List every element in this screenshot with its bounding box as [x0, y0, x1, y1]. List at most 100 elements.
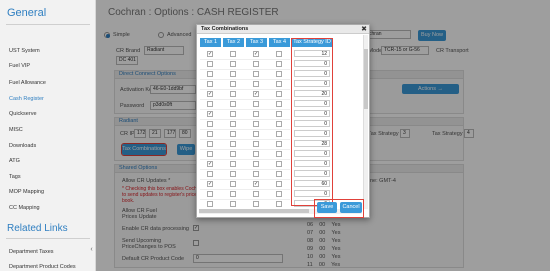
tax-2-checkbox[interactable] [230, 121, 236, 127]
tax-2-checkbox[interactable] [230, 111, 236, 117]
tax-3-checkbox[interactable] [253, 201, 259, 207]
tax-1-checkbox[interactable] [207, 171, 213, 177]
tax-3-checkbox[interactable] [253, 191, 259, 197]
tax-2-checkbox[interactable] [230, 71, 236, 77]
tax-4-checkbox[interactable] [276, 51, 282, 57]
tax-3-checkbox[interactable] [253, 161, 259, 167]
tax-4-checkbox[interactable] [276, 171, 282, 177]
related-item-department-product-codes[interactable]: Department Product Codes [9, 264, 76, 270]
tax-4-checkbox[interactable] [276, 101, 282, 107]
sidebar-item-misc[interactable]: MISC [9, 127, 23, 133]
tax-3-checkbox[interactable] [253, 111, 259, 117]
tax-1-checkbox[interactable] [207, 61, 213, 67]
tax-1-checkbox[interactable] [207, 191, 213, 197]
tax-2-checkbox[interactable] [230, 51, 236, 57]
tax-4-checkbox[interactable] [276, 151, 282, 157]
tax-3-checkbox[interactable] [253, 61, 259, 67]
tax-4-checkbox[interactable] [276, 121, 282, 127]
tax-1-checkbox[interactable]: ✓ [207, 111, 213, 117]
tax-4-checkbox[interactable] [276, 161, 282, 167]
tax-1-checkbox[interactable] [207, 201, 213, 207]
sidebar-item-atg[interactable]: ATG [9, 158, 20, 164]
sidebar-item-fuel-vip[interactable]: Fuel VIP [9, 63, 30, 69]
tax-3-checkbox[interactable] [253, 71, 259, 77]
tax-2-checkbox[interactable] [230, 81, 236, 87]
tax-1-checkbox[interactable]: ✓ [207, 91, 213, 97]
related-links-title: Related Links [7, 223, 68, 234]
tax-1-checkbox[interactable]: ✓ [207, 161, 213, 167]
sidebar-item-fuel-allowance[interactable]: Fuel Allowance [9, 80, 46, 86]
tax-4-checkbox[interactable] [276, 61, 282, 67]
related-item-department-taxes[interactable]: Department Taxes [9, 249, 54, 255]
tax-4-checkbox[interactable] [276, 111, 282, 117]
tax-4-checkbox[interactable] [276, 201, 282, 207]
tax-3-checkbox[interactable] [253, 121, 259, 127]
tax-2-checkbox[interactable] [230, 191, 236, 197]
tax-1-checkbox[interactable] [207, 151, 213, 157]
tax-3-checkbox[interactable] [253, 81, 259, 87]
tax-4-checkbox[interactable] [276, 181, 282, 187]
tax-1-checkbox[interactable]: ✓ [207, 51, 213, 57]
tax-2-checkbox[interactable] [230, 201, 236, 207]
tax-3-checkbox[interactable] [253, 131, 259, 137]
tax-2-checkbox[interactable] [230, 141, 236, 147]
sidebar-item-mop-mapping[interactable]: MOP Mapping [9, 189, 44, 195]
row-divider [200, 58, 290, 60]
sidebar-item-quickserve[interactable]: Quickserve [9, 111, 37, 117]
tax-3-checkbox[interactable]: ✓ [253, 51, 259, 57]
tax-2-checkbox[interactable] [230, 101, 236, 107]
tax-strategy-id-highlight [291, 38, 333, 206]
tax-combinations-dialog: Tax Combinations ✖ Tax 1 Tax 2 Tax 3 Tax… [196, 24, 370, 218]
tax-combinations-table: ✓✓12000✓✓200✓000280✓00✓✓6000 [197, 25, 367, 215]
tax-2-checkbox[interactable] [230, 181, 236, 187]
tax-4-checkbox[interactable] [276, 141, 282, 147]
tax-1-checkbox[interactable]: ✓ [207, 181, 213, 187]
tax-2-checkbox[interactable] [230, 61, 236, 67]
sidebar: General UST System Fuel VIP Fuel Allowan… [0, 0, 96, 271]
row-divider [200, 158, 290, 160]
tax-1-checkbox[interactable] [207, 71, 213, 77]
tax-4-checkbox[interactable] [276, 191, 282, 197]
sidebar-item-downloads[interactable]: Downloads [9, 143, 36, 149]
sidebar-item-ust-system[interactable]: UST System [9, 48, 40, 54]
tax-3-checkbox[interactable]: ✓ [253, 181, 259, 187]
sidebar-item-cash-register[interactable]: Cash Register [9, 96, 44, 102]
row-divider [200, 188, 290, 190]
sidebar-item-tags[interactable]: Tags [9, 174, 21, 180]
tax-1-checkbox[interactable] [207, 81, 213, 87]
tax-3-checkbox[interactable] [253, 101, 259, 107]
row-divider [200, 138, 290, 140]
tax-3-checkbox[interactable] [253, 151, 259, 157]
vertical-scrollbar[interactable] [363, 35, 368, 209]
tax-1-checkbox[interactable] [207, 141, 213, 147]
row-divider [200, 108, 290, 110]
tax-2-checkbox[interactable] [230, 171, 236, 177]
row-divider [200, 168, 290, 170]
tax-2-checkbox[interactable] [230, 91, 236, 97]
row-divider [200, 178, 290, 180]
vertical-scroll-thumb[interactable] [364, 49, 368, 109]
collapse-sidebar-icon[interactable]: ‹ [88, 245, 95, 254]
tax-4-checkbox[interactable] [276, 81, 282, 87]
tax-1-checkbox[interactable] [207, 101, 213, 107]
horizontal-scroll-thumb[interactable] [199, 209, 309, 213]
tax-4-checkbox[interactable] [276, 71, 282, 77]
tax-1-checkbox[interactable] [207, 131, 213, 137]
row-divider [200, 118, 290, 120]
sidebar-title: General [7, 7, 47, 19]
tax-2-checkbox[interactable] [230, 131, 236, 137]
tax-1-checkbox[interactable] [207, 121, 213, 127]
tax-2-checkbox[interactable] [230, 161, 236, 167]
tax-4-checkbox[interactable] [276, 131, 282, 137]
tax-2-checkbox[interactable] [230, 151, 236, 157]
row-divider [200, 128, 290, 130]
tax-3-checkbox[interactable] [253, 141, 259, 147]
cancel-button[interactable]: Cancel [340, 202, 362, 213]
sidebar-item-cc-mapping[interactable]: CC Mapping [9, 205, 40, 211]
tax-3-checkbox[interactable]: ✓ [253, 91, 259, 97]
tax-3-checkbox[interactable] [253, 171, 259, 177]
row-divider [200, 78, 290, 80]
tax-4-checkbox[interactable] [276, 91, 282, 97]
row-divider [200, 198, 290, 200]
save-button[interactable]: Save [317, 202, 337, 213]
